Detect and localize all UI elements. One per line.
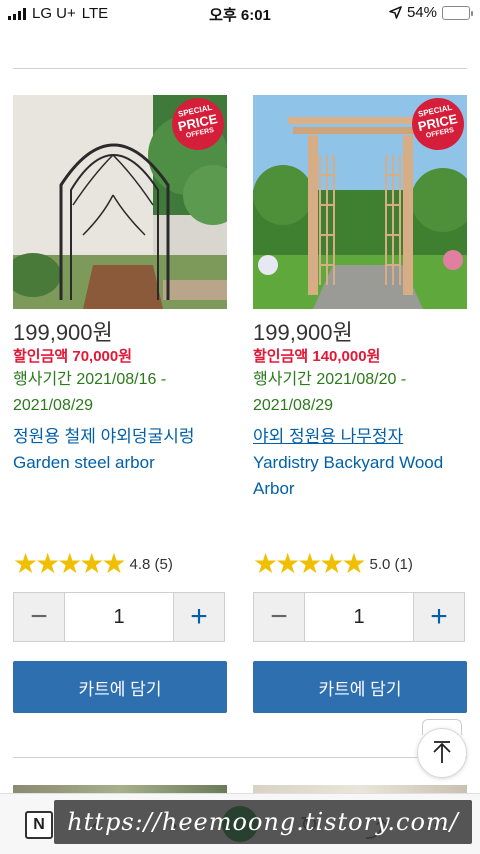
promo-period-line-1: 행사기간 2021/08/16 - [13,371,167,388]
location-arrow-icon [389,6,402,19]
rating-text: 4.8 (5) [129,555,173,573]
quantity-increase-button[interactable]: + [174,593,224,641]
product-name-ko[interactable]: 정원용 철제 야외덩굴시렁 [13,424,227,450]
promo-period-line-2: 2021/08/29 [13,397,94,414]
blog-watermark: https://heemoong.tistory.com/ [54,800,472,844]
star-rating-icon: ★★★★★ [13,548,127,579]
battery-percent: 54% [406,4,437,21]
minus-icon: − [270,600,288,633]
browser-toolbar: N ‹ › ↻ ⤴ ⋯ https://heemoong.tistory.com… [0,793,480,854]
quantity-decrease-button[interactable]: − [14,593,64,641]
plus-icon: + [190,600,208,633]
add-to-cart-button[interactable]: 카트에 담기 [253,661,467,713]
naver-n-button[interactable]: N [25,811,53,839]
status-right: 54% [389,4,473,21]
product-name-link[interactable]: 정원용 철제 야외덩굴시렁 Garden steel arbor [13,424,227,476]
rating-text: 5.0 (1) [369,555,413,573]
quantity-stepper: − 1 + [13,592,225,642]
product-card-garden-steel-arbor: SPECIAL PRICE OFFERS 199,900원 할인금액 70,00… [13,95,227,713]
product-rating: ★★★★★ 4.8 (5) [13,550,173,578]
product-rating: ★★★★★ 5.0 (1) [253,550,413,578]
battery-icon [442,5,473,20]
product-name-en[interactable]: Garden steel arbor [13,450,227,476]
minus-icon: − [30,600,48,633]
product-price: 199,900원 [253,320,353,345]
product-name-link[interactable]: 야외 정원용 나무정자 Yardistry Backyard Wood Arbo… [253,424,467,502]
arrow-up-icon [433,741,451,763]
section-divider [13,757,467,758]
status-bar: LG U+ LTE 오후 6:01 54% [0,0,480,28]
quantity-decrease-button[interactable]: − [254,593,304,641]
product-name-en[interactable]: Yardistry Backyard Wood Arbor [253,450,467,502]
product-image[interactable]: SPECIAL PRICE OFFERS [253,95,467,309]
product-card-yardistry-wood-arbor: SPECIAL PRICE OFFERS 199,900원 할인금액 140,0… [253,95,467,713]
add-to-cart-button[interactable]: 카트에 담기 [13,661,227,713]
quantity-stepper: − 1 + [253,592,465,642]
plus-icon: + [430,600,448,633]
promo-period-line-2: 2021/08/29 [253,397,334,414]
star-rating-icon: ★★★★★ [253,548,367,579]
scroll-to-top-button[interactable] [417,728,467,778]
product-image[interactable]: SPECIAL PRICE OFFERS [13,95,227,309]
section-divider [13,68,467,69]
quantity-input[interactable]: 1 [304,593,414,641]
discount-amount: 할인금액 140,000원 [253,348,381,365]
promo-period-line-1: 행사기간 2021/08/20 - [253,371,407,388]
product-price: 199,900원 [13,320,113,345]
next-product-image-peek [13,785,227,793]
next-product-image-peek [253,785,467,793]
discount-amount: 할인금액 70,000원 [13,348,133,365]
quantity-increase-button[interactable]: + [414,593,464,641]
product-name-ko[interactable]: 야외 정원용 나무정자 [253,424,467,450]
quantity-input[interactable]: 1 [64,593,174,641]
